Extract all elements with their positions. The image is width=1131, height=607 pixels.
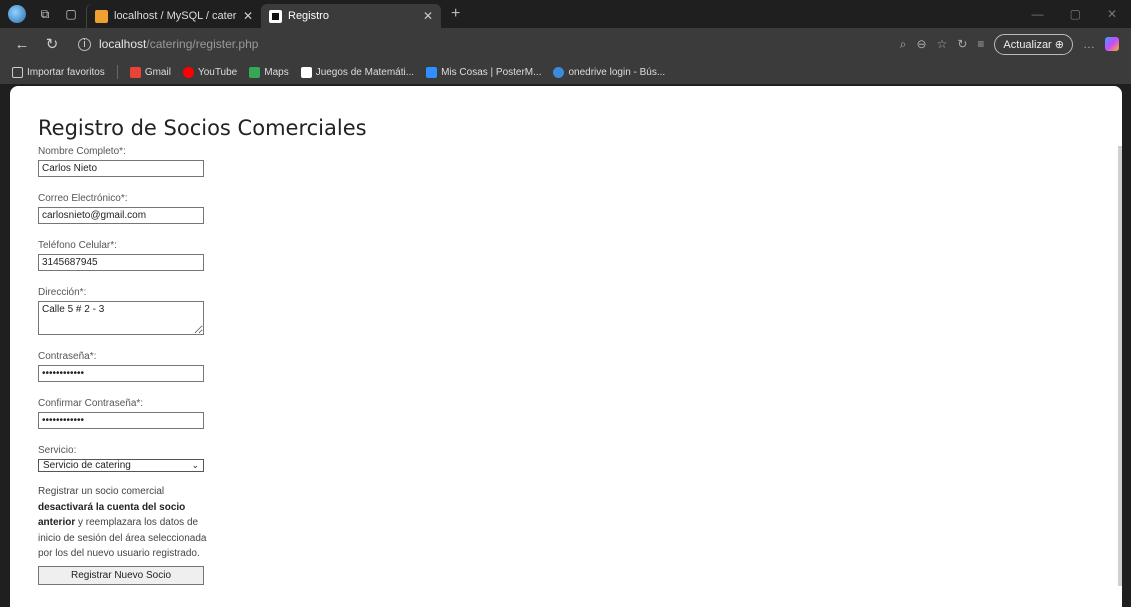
- bookmark-maps[interactable]: Maps: [249, 66, 289, 78]
- update-label: Actualizar: [1003, 38, 1052, 51]
- workspaces-icon[interactable]: ⧉: [38, 7, 52, 21]
- registration-form: Registro de Socios Comerciales Nombre Co…: [38, 116, 367, 585]
- bookmark-label: Juegos de Matemáti...: [315, 66, 415, 78]
- nombre-input[interactable]: [38, 160, 204, 177]
- close-window-icon[interactable]: ✕: [1107, 7, 1117, 21]
- address-bar[interactable]: i localhost/catering/register.php: [78, 37, 848, 51]
- close-tab-icon[interactable]: ✕: [243, 9, 253, 23]
- bookmark-juegos[interactable]: Juegos de Matemáti...: [300, 66, 415, 78]
- info-icon[interactable]: i: [78, 37, 91, 51]
- bookmark-label: Importar favoritos: [27, 66, 105, 78]
- favorites-icon[interactable]: ≡: [977, 37, 984, 51]
- bookmark-miscosas[interactable]: Mis Cosas | PosterM...: [426, 66, 542, 78]
- more-icon[interactable]: …: [1083, 37, 1095, 51]
- url-host: localhost: [99, 37, 147, 51]
- bookmark-import[interactable]: Importar favoritos: [12, 66, 105, 78]
- email-input[interactable]: [38, 207, 204, 224]
- minimize-icon[interactable]: —: [1032, 7, 1044, 21]
- bookmark-label: Gmail: [144, 66, 171, 78]
- confirm-label: Confirmar Contraseña*:: [38, 398, 144, 409]
- field-correo: Correo Electrónico*:: [38, 193, 367, 224]
- tab-phpmyadmin[interactable]: localhost / MySQL / cateringdb / ✕: [86, 4, 261, 28]
- toolbar-icons: ⌕ ⊖ ☆ ↻ ≡ Actualizar ⊕ …: [900, 33, 1131, 55]
- tab-registro[interactable]: Registro ✕: [261, 4, 441, 28]
- back-icon[interactable]: ←: [14, 36, 30, 53]
- correo-label: Correo Electrónico*:: [38, 193, 128, 204]
- servicio-label: Servicio:: [38, 445, 77, 456]
- page-viewport: Registro de Socios Comerciales Nombre Co…: [10, 86, 1122, 607]
- profile-avatar[interactable]: [8, 5, 26, 23]
- page-title: Registro de Socios Comerciales: [38, 116, 367, 140]
- new-tab-icon[interactable]: +: [451, 5, 460, 23]
- tab-label: Registro: [288, 10, 329, 22]
- nombre-label: Nombre Completo*:: [38, 146, 126, 157]
- tab-actions-icon[interactable]: ▢: [64, 7, 78, 21]
- import-icon: [12, 66, 23, 78]
- confirm-password-input[interactable]: [38, 412, 204, 429]
- youtube-icon: [182, 66, 194, 78]
- bookmarks-bar: Importar favoritos Gmail YouTube Maps Ju…: [0, 60, 1131, 84]
- password-label: Contraseña*:: [38, 351, 97, 362]
- address-toolbar: ← ↻ i localhost/catering/register.php ⌕ …: [0, 28, 1131, 60]
- juegos-icon: [300, 66, 312, 78]
- field-password: Contraseña*:: [38, 351, 367, 382]
- maps-icon: [249, 66, 261, 78]
- maximize-icon[interactable]: ▢: [1070, 7, 1081, 21]
- zoom-icon[interactable]: ⌕: [900, 37, 907, 52]
- chevron-down-icon: ⌄: [191, 460, 199, 470]
- postermywall-icon: [426, 66, 438, 78]
- phone-input[interactable]: [38, 254, 204, 271]
- favorite-star-icon[interactable]: ☆: [937, 37, 948, 51]
- page-favicon-icon: [269, 9, 282, 23]
- bookmark-onedrive[interactable]: onedrive login - Bús...: [553, 66, 666, 78]
- divider: [116, 65, 118, 79]
- telefono-label: Teléfono Celular*:: [38, 240, 117, 251]
- field-servicio: Servicio: Servicio de catering ⌄: [38, 445, 367, 472]
- phpmyadmin-icon: [95, 9, 108, 23]
- bookmark-label: Mis Cosas | PosterM...: [441, 66, 542, 78]
- copilot-icon[interactable]: [1105, 37, 1119, 51]
- reading-icon[interactable]: ⊖: [917, 37, 927, 51]
- scrollbar[interactable]: [1118, 146, 1122, 586]
- direccion-label: Dirección*:: [38, 287, 87, 298]
- tab-strip: ⧉ ▢ localhost / MySQL / cateringdb / ✕ R…: [0, 0, 1131, 28]
- bookmark-youtube[interactable]: YouTube: [182, 66, 238, 78]
- gmail-icon: [129, 66, 141, 78]
- tab-label: localhost / MySQL / cateringdb /: [114, 10, 237, 22]
- field-confirm: Confirmar Contraseña*:: [38, 398, 367, 429]
- field-nombre: Nombre Completo*:: [38, 146, 367, 177]
- field-direccion: Dirección*: Calle 5 # 2 - 3: [38, 287, 367, 335]
- address-textarea[interactable]: Calle 5 # 2 - 3: [38, 301, 204, 335]
- service-select[interactable]: Servicio de catering ⌄: [38, 459, 204, 472]
- bookmark-gmail[interactable]: Gmail: [129, 66, 171, 78]
- url-path: /catering/register.php: [146, 37, 259, 51]
- note-text: Registrar un socio comercial: [38, 486, 165, 497]
- window-controls: — ▢ ✕: [1032, 7, 1131, 21]
- bookmark-label: YouTube: [197, 66, 238, 78]
- close-tab-icon[interactable]: ✕: [423, 9, 433, 23]
- copilot-refresh-icon[interactable]: ↻: [957, 37, 967, 51]
- refresh-icon[interactable]: ↻: [44, 35, 60, 53]
- warning-note: Registrar un socio comercial desactivará…: [38, 484, 213, 562]
- bookmark-label: onedrive login - Bús...: [568, 66, 666, 78]
- update-button[interactable]: Actualizar ⊕: [994, 33, 1073, 55]
- password-input[interactable]: [38, 365, 204, 382]
- field-telefono: Teléfono Celular*:: [38, 240, 367, 271]
- search-icon: [553, 66, 565, 78]
- register-button[interactable]: Registrar Nuevo Socio: [38, 565, 204, 585]
- bookmark-label: Maps: [264, 66, 289, 78]
- service-selected-value: Servicio de catering: [43, 460, 131, 471]
